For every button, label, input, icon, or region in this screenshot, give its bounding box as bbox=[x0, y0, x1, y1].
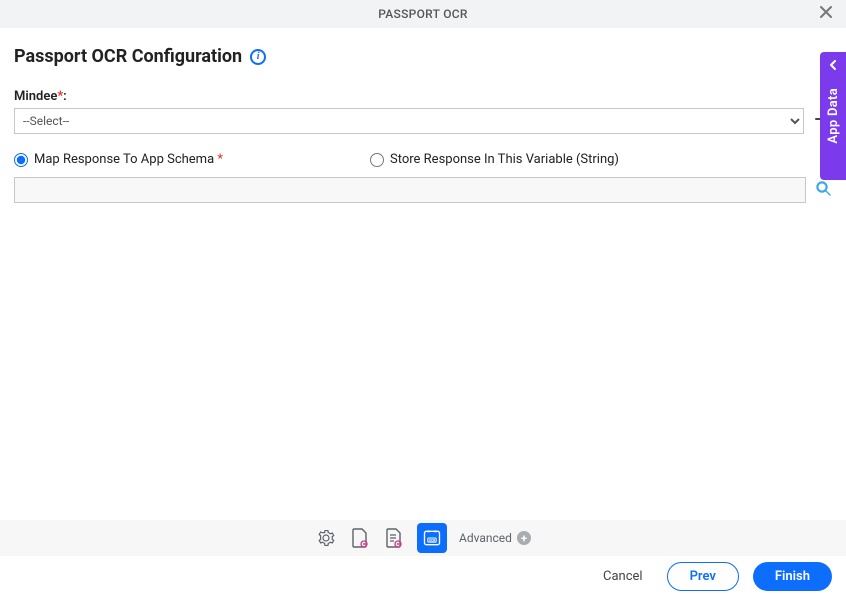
close-icon[interactable] bbox=[818, 4, 834, 24]
app-data-tab[interactable]: App Data bbox=[820, 52, 846, 180]
schema-row bbox=[14, 177, 832, 203]
page-title: Passport OCR Configuration bbox=[14, 46, 242, 67]
radio-store-option[interactable]: Store Response In This Variable (String) bbox=[370, 152, 726, 167]
advanced-label: Advanced bbox=[459, 531, 512, 545]
svg-text:OCR: OCR bbox=[429, 538, 436, 542]
header-bar: PASSPORT OCR bbox=[0, 0, 846, 28]
radio-map[interactable] bbox=[14, 153, 28, 167]
header-title: PASSPORT OCR bbox=[378, 7, 468, 21]
advanced-toggle[interactable]: Advanced + bbox=[459, 531, 531, 545]
doc2-icon[interactable] bbox=[383, 527, 405, 549]
page-body: Passport OCR Configuration i Mindee*: --… bbox=[0, 28, 846, 203]
mindee-label: Mindee*: bbox=[14, 89, 832, 104]
chevron-left-icon bbox=[828, 58, 838, 74]
mindee-select-row: --Select-- bbox=[14, 108, 832, 134]
info-icon[interactable]: i bbox=[250, 49, 266, 65]
radio-map-option[interactable]: Map Response To App Schema * bbox=[14, 152, 370, 167]
radio-store-label: Store Response In This Variable (String) bbox=[390, 152, 619, 167]
cancel-button[interactable]: Cancel bbox=[593, 563, 653, 590]
radio-row: Map Response To App Schema * Store Respo… bbox=[14, 152, 832, 167]
finish-button[interactable]: Finish bbox=[753, 562, 832, 591]
mindee-select[interactable]: --Select-- bbox=[14, 108, 804, 134]
doc1-icon[interactable] bbox=[349, 527, 371, 549]
lookup-icon[interactable] bbox=[814, 179, 832, 201]
ocr-icon[interactable]: OCR bbox=[417, 523, 447, 553]
page-heading: Passport OCR Configuration i bbox=[14, 46, 832, 67]
prev-button[interactable]: Prev bbox=[667, 562, 739, 591]
bottom-toolbar: OCR Advanced + bbox=[0, 520, 846, 556]
radio-map-label: Map Response To App Schema * bbox=[34, 152, 223, 167]
app-data-label: App Data bbox=[826, 88, 841, 144]
footer: Cancel Prev Finish bbox=[0, 556, 846, 596]
mindee-select-wrap: --Select-- bbox=[14, 108, 804, 134]
gear-icon[interactable] bbox=[315, 527, 337, 549]
schema-input[interactable] bbox=[14, 177, 806, 203]
radio-store[interactable] bbox=[370, 153, 384, 167]
plus-circle-icon: + bbox=[517, 531, 531, 545]
